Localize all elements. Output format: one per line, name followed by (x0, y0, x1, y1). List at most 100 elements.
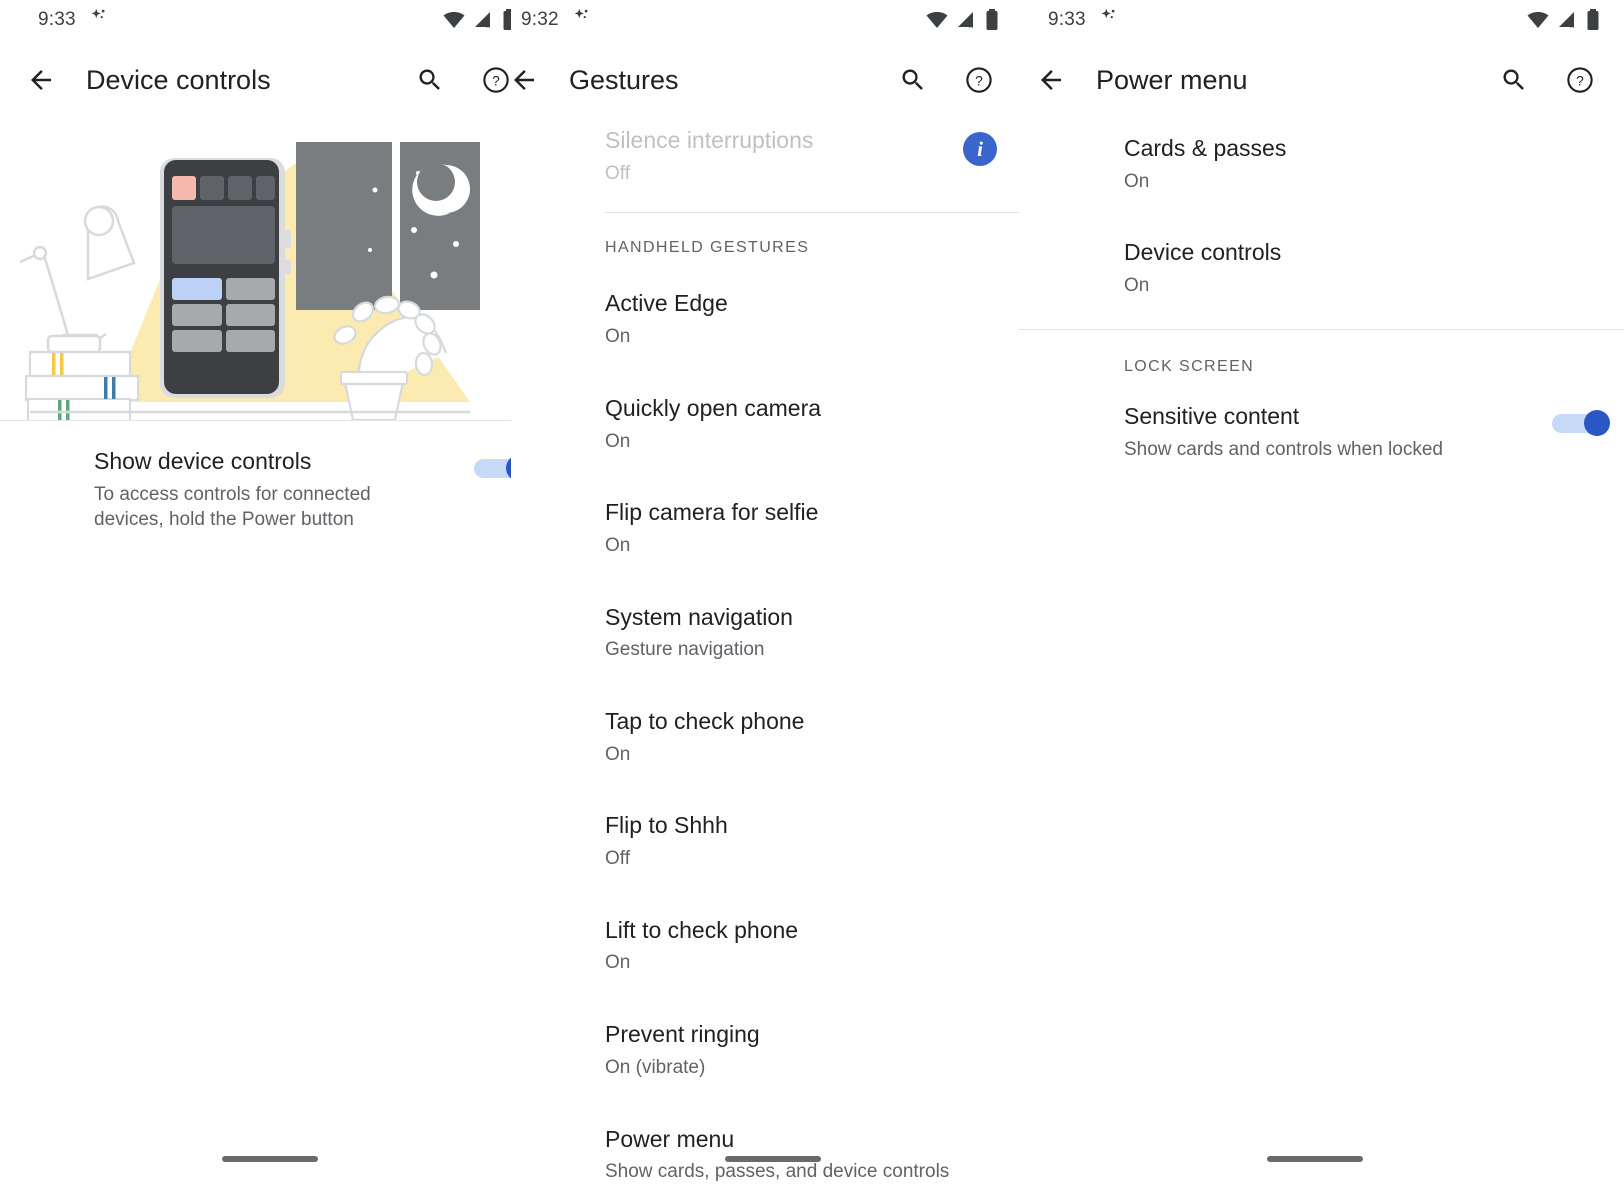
battery-icon (1587, 9, 1599, 30)
search-icon (902, 69, 923, 90)
help-button[interactable]: ? (1560, 60, 1600, 100)
row-cards-and-passes[interactable]: Cards & passes On (1124, 120, 1624, 212)
three-phone-screenshots: 9:33 x Device controls ? Show device con… (0, 0, 1624, 1200)
cell-signal-x-icon: x (1559, 12, 1574, 30)
svg-text:x: x (969, 21, 973, 30)
status-icons: x (442, 9, 511, 31)
search-icon (419, 69, 440, 90)
gesture-nav-pill[interactable] (725, 1156, 821, 1162)
row-subtitle: Off (605, 162, 630, 184)
status-icons: x (925, 9, 1007, 31)
info-icon[interactable]: i (963, 132, 997, 166)
gesture-nav-pill[interactable] (222, 1156, 318, 1162)
section-header-lock-screen: LOCK SCREEN (1124, 357, 1255, 375)
section-header-handheld-gestures: HANDHELD GESTURES (605, 239, 810, 257)
row-tap-to-check-phone[interactable]: Tap to check phone On (605, 681, 1019, 785)
row-subtitle: Off (605, 848, 630, 870)
app-bar: Device controls ? (0, 40, 511, 120)
help-circle-icon: ? (1567, 67, 1593, 93)
page-title: Device controls (86, 64, 271, 95)
battery-icon (986, 9, 998, 30)
row-title: Quickly open camera (605, 394, 822, 421)
row-subtitle: On (1124, 170, 1150, 192)
help-circle-icon: ? (966, 67, 992, 93)
row-title: Prevent ringing (605, 1021, 760, 1048)
row-subtitle: Gesture navigation (605, 639, 765, 661)
search-button[interactable] (893, 60, 933, 100)
page-title: Gestures (569, 64, 679, 95)
row-subtitle: Show cards, passes, and device controls (605, 1161, 950, 1183)
toggle-knob (1584, 409, 1610, 436)
row-power-menu[interactable]: Power menu Show cards, passes, and devic… (605, 1099, 1019, 1200)
row-title: Show device controls (94, 448, 312, 474)
show-device-controls-toggle[interactable] (474, 455, 511, 481)
back-arrow-icon (514, 70, 534, 90)
app-bar-actions: ? (1494, 60, 1606, 100)
row-title: Sensitive content (1124, 402, 1300, 429)
row-subtitle: On (605, 326, 631, 348)
row-title: Flip to Shhh (605, 812, 728, 839)
row-title: Flip camera for selfie (605, 499, 819, 526)
battery-icon (503, 9, 511, 30)
search-icon (1503, 69, 1524, 90)
row-lift-to-check-phone[interactable]: Lift to check phone On (605, 890, 1019, 994)
row-prevent-ringing[interactable]: Prevent ringing On (vibrate) (605, 994, 1019, 1098)
screen-device-controls: 9:33 x Device controls ? Show device con… (0, 0, 511, 1200)
back-button[interactable] (18, 57, 64, 103)
svg-text:x: x (486, 21, 490, 30)
svg-text:?: ? (492, 74, 500, 89)
sparkle-icon (1098, 7, 1120, 34)
settings-list: Show device controls To access controls … (0, 421, 511, 551)
back-button[interactable] (1028, 57, 1074, 103)
svg-text:?: ? (975, 74, 983, 89)
row-subtitle: On (605, 952, 631, 974)
row-active-edge[interactable]: Active Edge On (605, 271, 1019, 367)
status-clock: 9:32 (521, 9, 559, 30)
row-title: Power menu (605, 1125, 735, 1152)
back-arrow-icon (31, 70, 51, 90)
sparkle-icon (88, 7, 110, 34)
screen-gestures: 9:32 x Gestures ? Silence interruptions … (511, 0, 1019, 1200)
app-bar-actions: ? (410, 60, 511, 100)
search-button[interactable] (1494, 60, 1534, 100)
app-bar-actions: ? (893, 60, 1005, 100)
row-subtitle: Show cards and controls when locked (1124, 438, 1443, 460)
row-quickly-open-camera[interactable]: Quickly open camera On (605, 368, 1019, 472)
row-subtitle: On (1124, 275, 1150, 297)
row-title: Cards & passes (1124, 135, 1287, 161)
row-title: Device controls (1124, 239, 1282, 266)
help-circle-icon: ? (483, 67, 509, 93)
settings-list: Cards & passes On Device controls On LOC… (1019, 120, 1624, 480)
row-sensitive-content[interactable]: Sensitive content Show cards and control… (1124, 390, 1624, 480)
row-flip-camera-for-selfie[interactable]: Flip camera for selfie On (605, 472, 1019, 576)
screen-power-menu: 9:33 x Power menu ? Cards & passes On De… (1019, 0, 1624, 1200)
wifi-icon (926, 12, 948, 28)
row-subtitle: On (605, 534, 631, 556)
help-button[interactable]: ? (959, 60, 999, 100)
row-subtitle: On (605, 430, 631, 452)
settings-list: Silence interruptions Off i HANDHELD GES… (511, 120, 1019, 1200)
row-system-navigation[interactable]: System navigation Gesture navigation (605, 577, 1019, 681)
wifi-icon (1527, 12, 1549, 28)
app-bar: Power menu ? (1019, 40, 1624, 120)
row-show-device-controls[interactable]: Show device controls To access controls … (94, 421, 511, 551)
row-subtitle: To access controls for connected devices… (94, 483, 371, 531)
status-icons: x (1526, 9, 1608, 31)
help-button[interactable]: ? (476, 60, 511, 100)
device-controls-illustration (0, 120, 511, 423)
row-device-controls[interactable]: Device controls On (1124, 212, 1624, 328)
sensitive-content-toggle[interactable] (1552, 409, 1610, 436)
row-silence-interruptions: Silence interruptions Off i (605, 120, 1019, 212)
sparkle-icon (571, 7, 593, 34)
app-bar: Gestures ? (511, 40, 1019, 120)
cell-signal-x-icon: x (958, 12, 973, 30)
row-flip-to-shhh[interactable]: Flip to Shhh Off (605, 785, 1019, 889)
back-button[interactable] (511, 57, 547, 103)
row-title: Active Edge (605, 290, 728, 317)
gesture-nav-pill[interactable] (1267, 1156, 1363, 1162)
status-bar: 9:33 x (1019, 0, 1624, 40)
row-subtitle: On (605, 743, 631, 765)
back-arrow-icon (1041, 70, 1061, 90)
search-button[interactable] (410, 60, 450, 100)
svg-text:?: ? (1576, 74, 1584, 89)
